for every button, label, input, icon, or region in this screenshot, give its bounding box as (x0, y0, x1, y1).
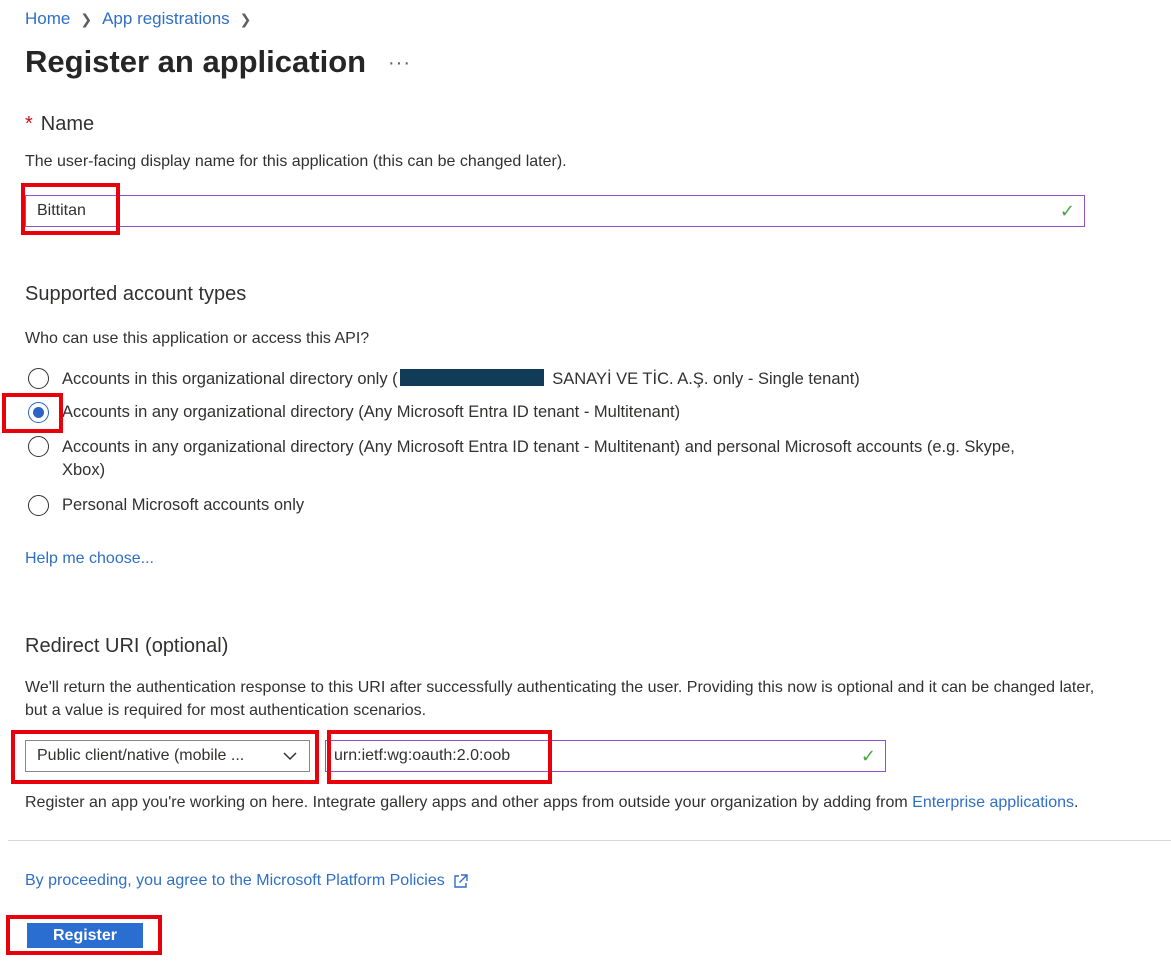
redirect-uri-value: urn:ietf:wg:oauth:2.0:oob (334, 747, 511, 764)
checkmark-icon: ✓ (860, 746, 876, 766)
more-options-icon[interactable]: ··· (388, 52, 411, 75)
chevron-down-icon (283, 752, 297, 761)
account-option-multitenant[interactable]: Accounts in any organizational directory… (28, 402, 680, 423)
radio-button[interactable] (28, 368, 49, 389)
redirect-description: We'll return the authentication response… (25, 679, 1095, 719)
page-title: Register an application (25, 44, 367, 79)
breadcrumb-home[interactable]: Home (25, 9, 70, 29)
help-me-choose-link[interactable]: Help me choose... (25, 550, 154, 568)
platform-policies-link[interactable]: By proceeding, you agree to the Microsof… (25, 872, 469, 890)
breadcrumb: Home ❯ App registrations ❯ (25, 9, 261, 29)
redirect-heading: Redirect URI (optional) (25, 635, 229, 657)
account-types-heading: Supported account types (25, 283, 247, 305)
name-label: * Name (25, 113, 95, 135)
name-input-value: Bittitan (37, 202, 86, 219)
breadcrumb-app-registrations[interactable]: App registrations (102, 9, 230, 29)
redirect-uri-input[interactable]: urn:ietf:wg:oauth:2.0:oob ✓ (325, 740, 886, 772)
name-input[interactable]: Bittitan ✓ (25, 195, 1085, 227)
redirect-note: Register an app you're working on here. … (25, 794, 1079, 811)
required-marker: * (25, 113, 33, 135)
checkmark-icon: ✓ (1059, 201, 1075, 221)
divider (8, 840, 1171, 841)
account-option-personal-only[interactable]: Personal Microsoft accounts only (28, 495, 304, 516)
radio-button[interactable] (28, 495, 49, 516)
radio-button-selected[interactable] (28, 402, 49, 423)
enterprise-applications-link[interactable]: Enterprise applications (912, 794, 1074, 811)
register-button[interactable]: Register (27, 923, 143, 948)
chevron-right-icon: ❯ (239, 10, 252, 27)
account-option-single-tenant[interactable]: Accounts in this organizational director… (28, 368, 860, 389)
radio-button[interactable] (28, 436, 49, 457)
account-types-question: Who can use this application or access t… (25, 330, 370, 347)
platform-select-value: Public client/native (mobile ... (37, 747, 245, 764)
account-option-multitenant-personal[interactable]: Accounts in any organizational directory… (28, 436, 1068, 482)
chevron-right-icon: ❯ (80, 10, 93, 27)
redacted-block (399, 369, 544, 386)
name-description: The user-facing display name for this ap… (25, 153, 567, 170)
platform-select[interactable]: Public client/native (mobile ... (25, 740, 310, 772)
external-link-icon (454, 873, 468, 888)
